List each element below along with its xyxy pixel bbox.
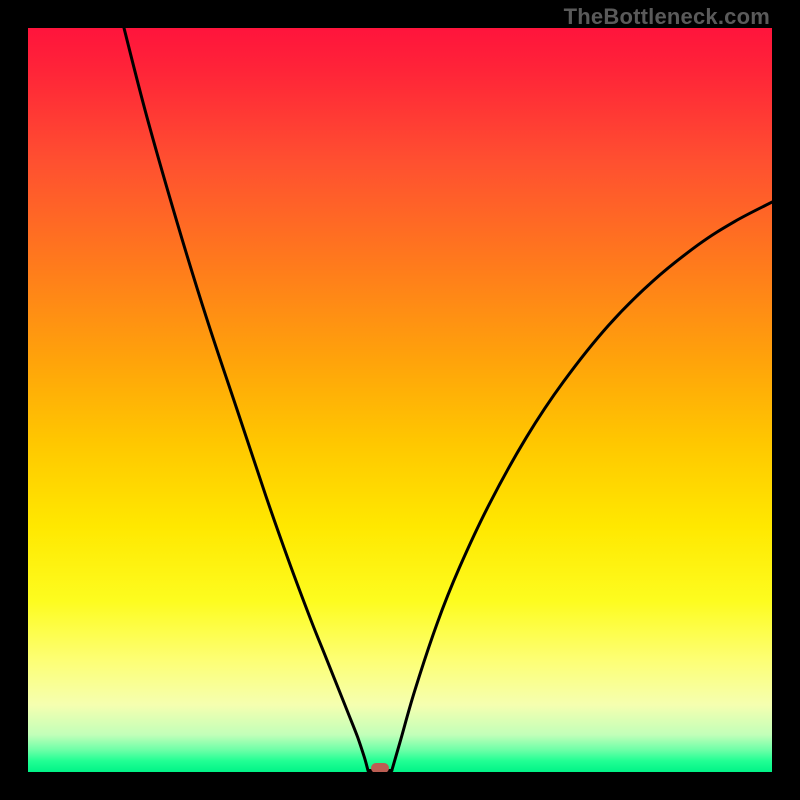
chart-frame: TheBottleneck.com bbox=[0, 0, 800, 800]
plot-area bbox=[28, 28, 772, 772]
min-marker bbox=[371, 763, 389, 772]
curve-right bbox=[392, 202, 772, 770]
watermark-text: TheBottleneck.com bbox=[564, 4, 770, 30]
curve-layer bbox=[28, 28, 772, 772]
curve-left bbox=[124, 28, 368, 771]
